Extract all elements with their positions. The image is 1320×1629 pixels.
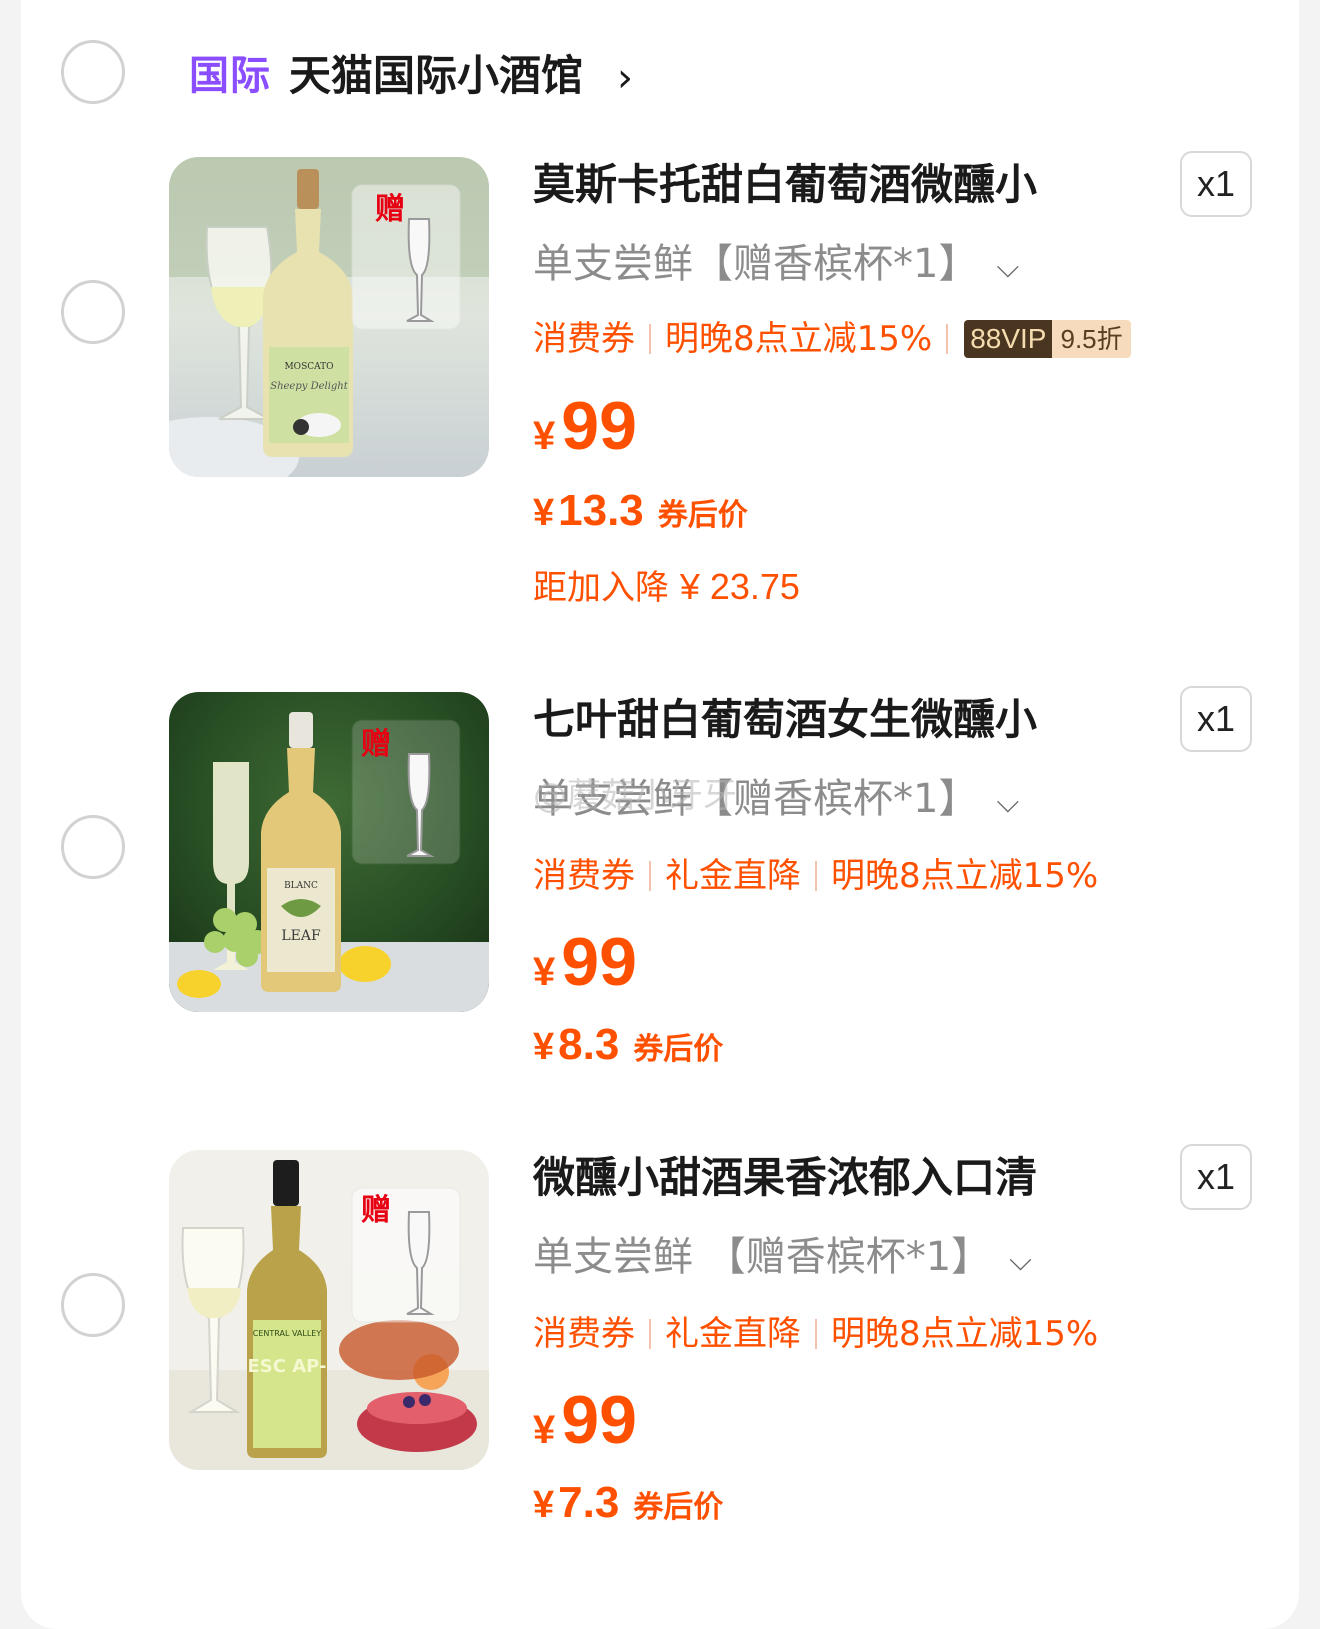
product-thumbnail[interactable]: BLANC LEAF 赠	[169, 692, 489, 1012]
gift-badge: 赠	[361, 727, 391, 762]
after-price-value: 8.3	[558, 1020, 620, 1069]
price-value: 99	[561, 1382, 637, 1458]
product-title[interactable]: 莫斯卡托甜白葡萄酒微醺小	[533, 160, 1037, 210]
gift-badge: 赠	[375, 192, 405, 227]
product-thumbnail[interactable]: MOSCATO Sheepy Delight 赠	[169, 157, 489, 477]
after-coupon-price: ¥ 7.3 券后价	[533, 1478, 723, 1528]
sku-selector[interactable]: 单支尝鲜 【赠香槟杯*1】 ⌵	[533, 1233, 1032, 1285]
currency-symbol: ¥	[533, 950, 556, 994]
price: ¥99	[533, 928, 637, 996]
price-drop-label: 距加入降	[533, 568, 669, 608]
watermark: @蘑菇小牙牙	[533, 776, 737, 816]
price: ¥99	[533, 392, 637, 460]
cart-shop-card: 国际 天猫国际小酒馆 › MOSCATO Sheepy Delight 赠 莫斯…	[21, 0, 1299, 1629]
gift-badge: 赠	[361, 1193, 391, 1228]
shop-badge: 国际	[189, 53, 271, 99]
bottle-sub: ESC AP-	[247, 1356, 326, 1377]
promo-tag: 礼金直降	[665, 856, 801, 896]
chevron-down-icon: ⌵	[996, 250, 1020, 285]
chevron-right-icon[interactable]: ›	[617, 56, 633, 100]
bottle-label: CENTRAL VALLEY	[253, 1329, 322, 1338]
tag-divider	[815, 1319, 817, 1349]
shop-select-radio[interactable]	[61, 40, 125, 104]
quantity-button[interactable]: x1	[1180, 1144, 1252, 1210]
promo-tag: 消费券	[533, 319, 635, 359]
bottle-sub: LEAF	[281, 928, 321, 944]
after-coupon-price: ¥ 8.3 券后价	[533, 1020, 723, 1070]
item-select-radio[interactable]	[61, 815, 125, 879]
product-title[interactable]: 七叶甜白葡萄酒女生微醺小	[533, 695, 1037, 745]
price-drop-info: 距加入降 ¥ 23.75	[533, 566, 800, 609]
sku-label: 单支尝鲜【赠香槟杯*1】	[533, 241, 979, 287]
tag-divider	[946, 324, 949, 354]
sku-selector[interactable]: 单支尝鲜【赠香槟杯*1】 ⌵	[533, 240, 1019, 292]
item-select-radio[interactable]	[61, 1273, 125, 1337]
currency-symbol: ¥	[533, 1408, 556, 1452]
quantity-button[interactable]: x1	[1180, 151, 1252, 217]
promo-tag: 明晚8点立减15%	[831, 1314, 1099, 1354]
after-price-label: 券后价	[633, 1032, 724, 1067]
after-price-label: 券后价	[633, 1490, 724, 1525]
bottle-sub: Sheepy Delight	[270, 381, 349, 392]
price: ¥99	[533, 1386, 637, 1454]
currency-symbol: ¥	[533, 414, 556, 458]
tag-divider	[649, 861, 651, 891]
vip-discount: 9.5折	[1052, 320, 1131, 358]
after-coupon-price: ¥ 13.3 券后价	[533, 486, 748, 536]
after-price-value: 7.3	[558, 1478, 620, 1527]
product-title[interactable]: 微醺小甜酒果香浓郁入口清	[533, 1153, 1037, 1203]
promo-tags: 消费券 礼金直降 明晚8点立减15%	[533, 1313, 1098, 1355]
tag-divider	[815, 861, 817, 891]
after-price-value: 13.3	[558, 486, 644, 535]
promo-tags: 消费券 礼金直降 明晚8点立减15%	[533, 855, 1098, 897]
price-drop-amount: ¥ 23.75	[679, 566, 800, 607]
wine-product-image: CENTRAL VALLEY ESC AP- 赠	[169, 1150, 489, 1470]
promo-tag: 消费券	[533, 1314, 635, 1354]
price-value: 99	[561, 924, 637, 1000]
bottle-label: MOSCATO	[284, 362, 333, 372]
item-select-radio[interactable]	[61, 280, 125, 344]
promo-tag: 消费券	[533, 856, 635, 896]
wine-product-image: BLANC LEAF 赠	[169, 692, 489, 1012]
quantity-button[interactable]: x1	[1180, 686, 1252, 752]
shop-name[interactable]: 天猫国际小酒馆	[289, 52, 583, 100]
promo-tag: 礼金直降	[665, 1314, 801, 1354]
vip-label: 88VIP	[964, 320, 1053, 358]
tag-divider	[649, 324, 651, 354]
after-price-label: 券后价	[657, 498, 748, 533]
currency-symbol: ¥	[533, 1026, 555, 1068]
wine-product-image: MOSCATO Sheepy Delight 赠	[169, 157, 489, 477]
product-thumbnail[interactable]: CENTRAL VALLEY ESC AP- 赠	[169, 1150, 489, 1470]
chevron-down-icon: ⌵	[996, 785, 1020, 820]
bottle-label: BLANC	[284, 881, 318, 891]
price-value: 99	[561, 388, 637, 464]
vip-badge: 88VIP 9.5折	[964, 320, 1131, 358]
promo-tags: 消费券 明晚8点立减15% 88VIP 9.5折	[533, 318, 1131, 360]
tag-divider	[649, 1319, 651, 1349]
promo-tag: 明晚8点立减15%	[831, 856, 1099, 896]
currency-symbol: ¥	[533, 492, 555, 534]
currency-symbol: ¥	[533, 1484, 555, 1526]
promo-tag: 明晚8点立减15%	[665, 319, 933, 359]
shop-header[interactable]: 国际 天猫国际小酒馆 ›	[21, 0, 1299, 150]
sku-label: 单支尝鲜 【赠香槟杯*1】	[533, 1234, 992, 1280]
chevron-down-icon: ⌵	[1009, 1243, 1032, 1278]
